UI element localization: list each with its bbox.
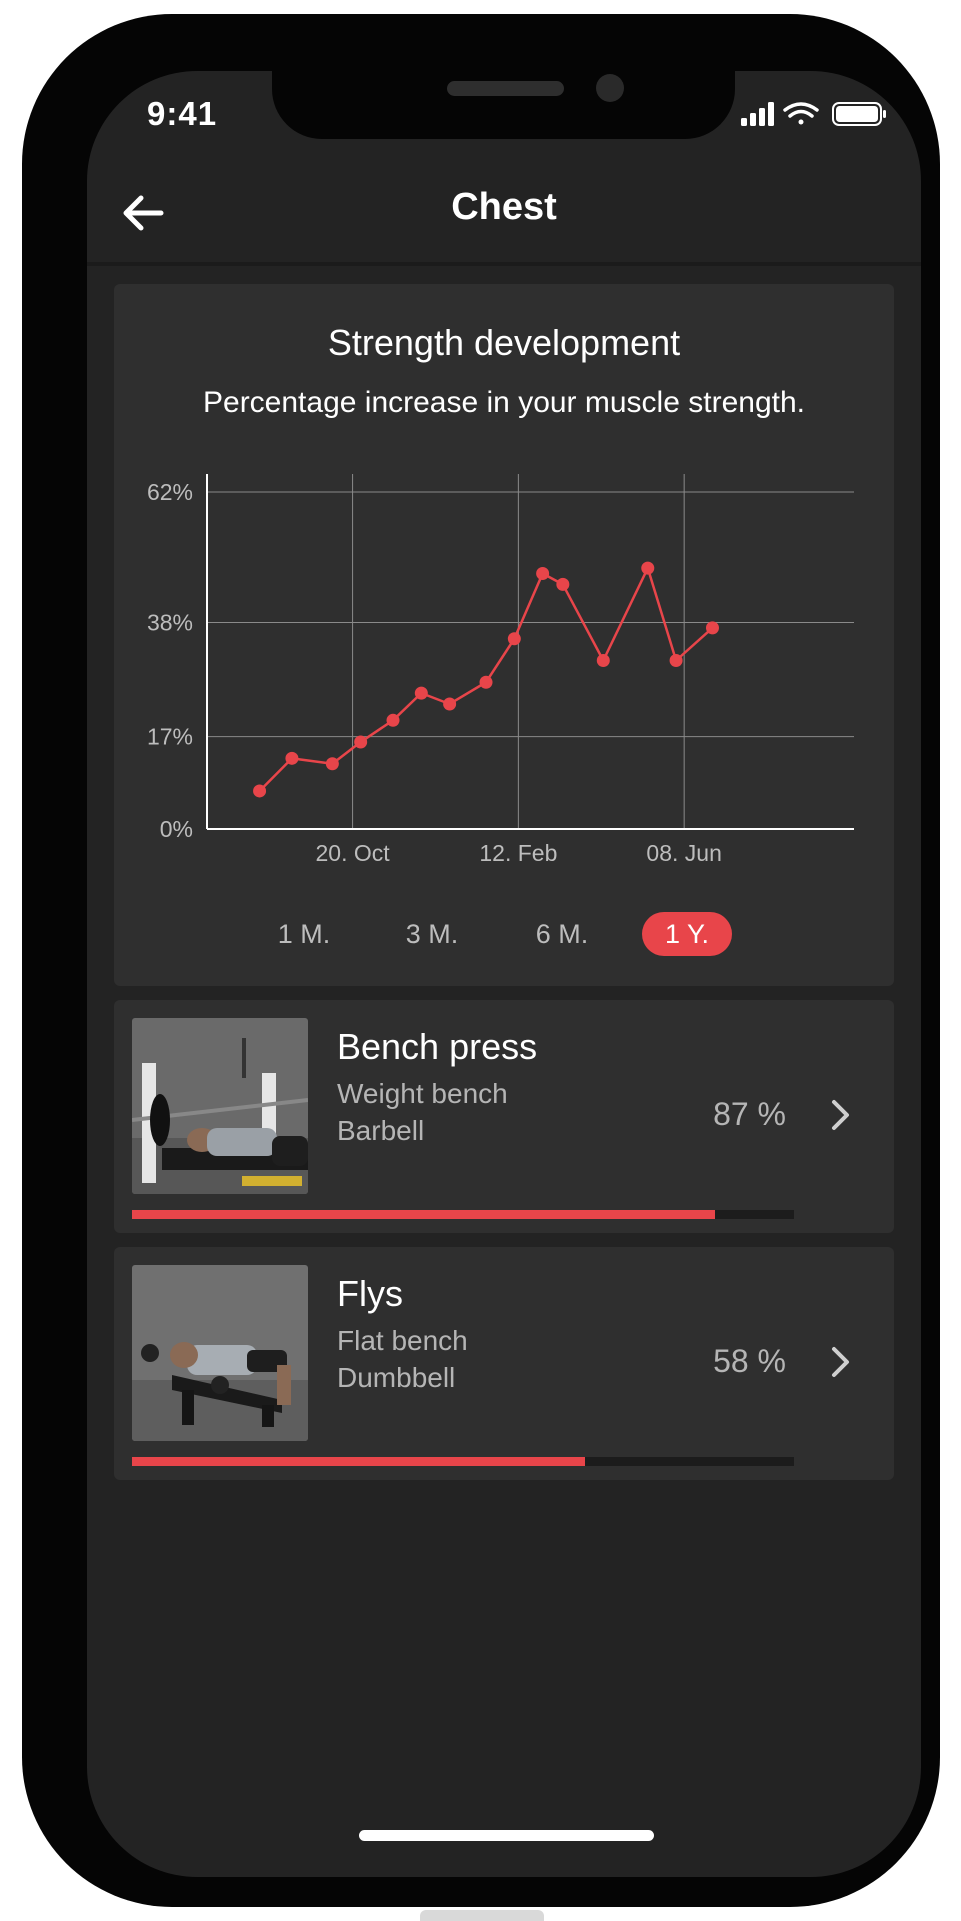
exercise-progress-fill [132,1210,715,1219]
y-tick-label: 62% [147,479,193,505]
notch [272,71,735,139]
exercise-percent: 87 % [713,1096,786,1132]
period-option-1m[interactable]: 1 M. [259,912,349,956]
period-option-1y[interactable]: 1 Y. [642,912,732,956]
speaker-grille [447,81,564,96]
chevron-right-icon[interactable] [829,1096,853,1134]
y-tick-label: 17% [147,724,193,750]
app-screen: 9:41 Chest Strength development Percenta… [87,71,921,1877]
period-option-6m[interactable]: 6 M. [517,912,607,956]
flys-photo [132,1265,308,1441]
data-point [705,621,719,635]
data-point [556,577,570,591]
page-title: Chest [451,186,557,228]
exercise-progress-fill [132,1457,586,1466]
period-selector: 1 M. 3 M. 6 M. 1 Y. [114,912,894,956]
data-point [669,654,683,667]
exercise-card-flys[interactable]: Flys Flat bench Dumbbell 58 % [114,1247,894,1480]
exercise-percent: 58 % [713,1343,786,1379]
data-point [285,751,299,765]
status-icons [741,102,886,126]
exercise-tool: Barbell [337,1115,425,1146]
period-option-3m[interactable]: 3 M. [387,912,477,956]
data-point [414,686,428,700]
data-point [386,713,400,727]
nav-header: Chest [87,171,921,261]
data-point [325,757,339,771]
signal-icon [741,102,774,126]
chevron-right-icon[interactable] [829,1343,853,1381]
exercise-equipment: Weight bench [337,1078,508,1109]
device-base [420,1910,544,1921]
exercise-name: Flys [337,1273,403,1314]
chart-subtitle: Percentage increase in your muscle stren… [203,386,805,419]
data-point [507,632,521,646]
data-point [253,784,267,798]
data-point [641,561,655,575]
y-tick-label: 38% [147,609,193,635]
x-tick-label: 12. Feb [479,840,557,866]
strength-line-chart: 0% 17% 38% 62% 20. Oct 12. Feb 08. Jun [147,474,854,866]
data-point [596,654,610,667]
data-point [354,735,368,749]
bench-press-photo [132,1018,308,1194]
data-point [536,567,550,581]
header-divider [87,262,921,266]
battery-icon [832,102,886,126]
exercise-equipment: Flat bench [337,1325,468,1356]
x-tick-label: 08. Jun [646,840,721,866]
exercise-name: Bench press [337,1026,538,1067]
phone-frame: 9:41 Chest Strength development Percenta… [22,14,940,1907]
status-time: 9:41 [147,95,218,132]
x-tick-label: 20. Oct [315,840,390,866]
exercise-card-bench-press[interactable]: Bench press Weight bench Barbell 87 % [114,1000,894,1233]
chart-title: Strength development [327,322,681,363]
data-point [479,675,493,689]
wifi-icon [783,102,819,125]
strength-chart-card: Strength development Percentage increase… [114,284,894,986]
y-tick-label: 0% [160,816,193,842]
front-camera [596,74,624,102]
exercise-tool: Dumbbell [337,1362,456,1393]
exercise-progress-bar [132,1457,794,1466]
home-indicator[interactable] [359,1830,654,1841]
exercise-progress-bar [132,1210,794,1219]
data-point [443,697,457,711]
